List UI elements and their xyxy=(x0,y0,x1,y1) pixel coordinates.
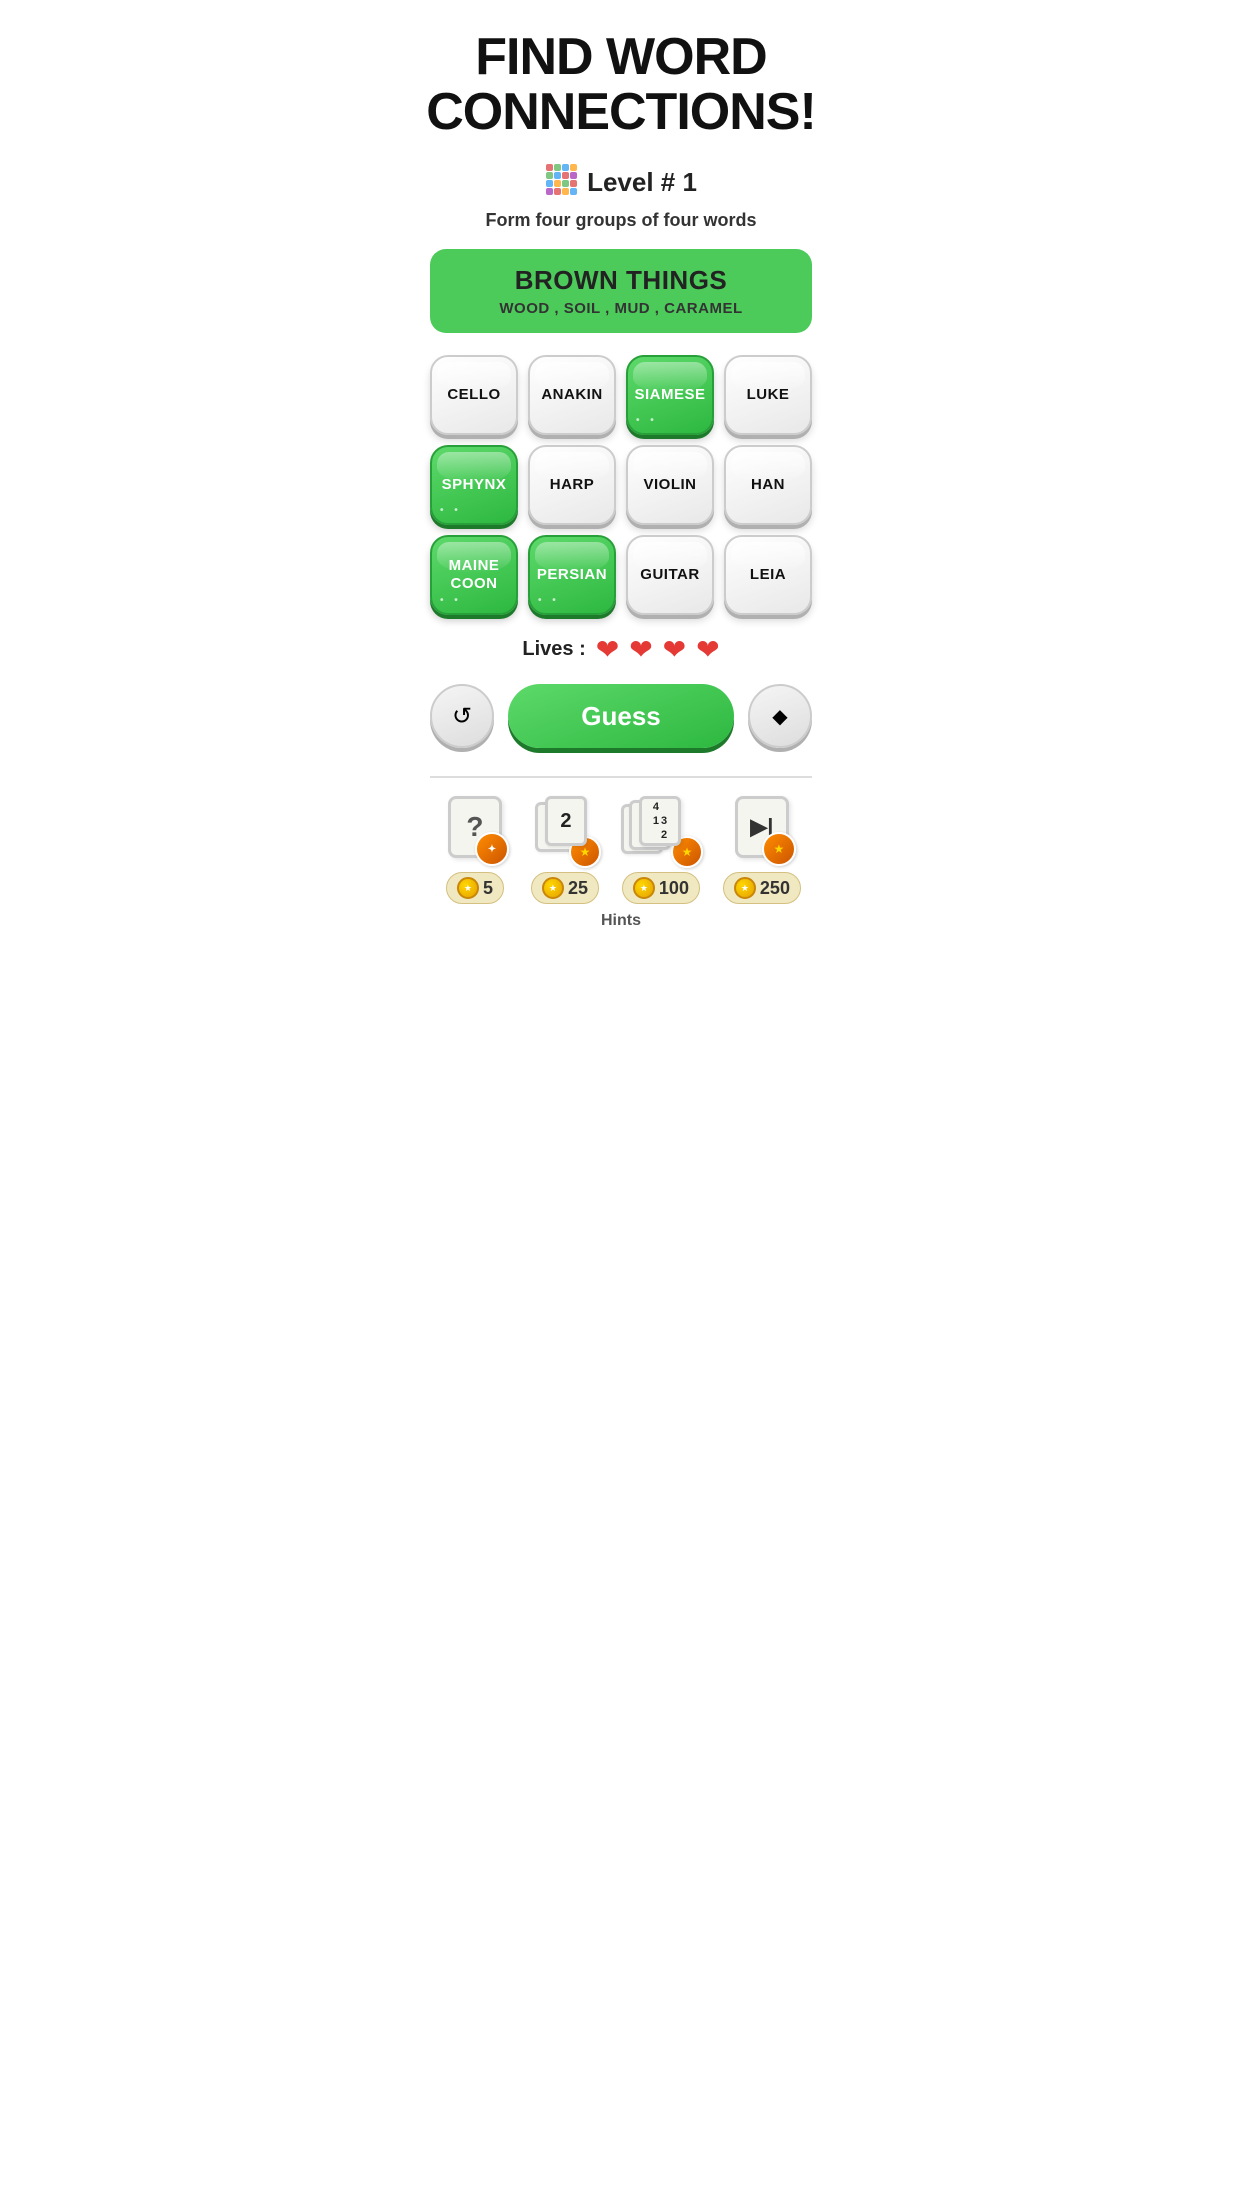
erase-icon: ◆ xyxy=(772,704,787,729)
hints-section: ? ✦ 5 1 2 ★ xyxy=(430,776,812,930)
actions-row: ↺ Guess ◆ xyxy=(430,684,812,748)
hint-2-cost: 25 xyxy=(531,872,599,904)
word-tile-1[interactable]: ANAKIN xyxy=(528,355,616,435)
heart-1: ❤ xyxy=(596,633,619,666)
hint-4-cost-label: 250 xyxy=(760,878,790,899)
hints-label: Hints xyxy=(430,912,812,930)
subtitle: Form four groups of four words xyxy=(486,210,757,231)
category-title: BROWN THINGS xyxy=(450,265,792,296)
hints-row: ? ✦ 5 1 2 ★ xyxy=(430,796,812,904)
heart-4: ❤ xyxy=(696,633,719,666)
hint-grid-icon: 1 2 4 13 2 ★ xyxy=(621,796,701,864)
word-grid: CELLOANAKINSIAMESELUKE SPHYNXHARPVIOLINHA… xyxy=(430,355,812,615)
word-tile-3[interactable]: LUKE xyxy=(724,355,812,435)
hint-3-cost: 100 xyxy=(622,872,700,904)
hint-question[interactable]: ? ✦ 5 xyxy=(441,796,509,904)
page-container: FIND WORD CONNECTIONS! xyxy=(414,0,828,950)
level-icon xyxy=(545,163,577,202)
heart-2: ❤ xyxy=(629,633,652,666)
hint-1-cost-label: 5 xyxy=(483,878,493,899)
shuffle-icon: ↺ xyxy=(452,702,472,731)
word-tile-9[interactable]: PERSIAN xyxy=(528,535,616,615)
shuffle-button[interactable]: ↺ xyxy=(430,684,494,748)
category-banner: BROWN THINGS WOOD , SOIL , MUD , CARAMEL xyxy=(430,249,812,333)
lives-row: Lives : ❤ ❤ ❤ ❤ xyxy=(522,633,719,666)
heart-3: ❤ xyxy=(663,633,686,666)
word-tile-0[interactable]: CELLO xyxy=(430,355,518,435)
hint-1-cost: 5 xyxy=(446,872,504,904)
hint-question-badge: ✦ xyxy=(475,832,509,866)
hint-grid[interactable]: 1 2 4 13 2 ★ xyxy=(621,796,701,904)
hint-play-icon: ▶| ★ xyxy=(728,796,796,864)
word-tile-5[interactable]: HARP xyxy=(528,445,616,525)
main-title: FIND WORD CONNECTIONS! xyxy=(426,30,816,139)
word-tile-10[interactable]: GUITAR xyxy=(626,535,714,615)
hint-swap-front-card: 2 xyxy=(545,796,587,846)
hint-4-cost: 250 xyxy=(723,872,801,904)
word-tile-11[interactable]: LEIA xyxy=(724,535,812,615)
hint-swap[interactable]: 1 2 ★ 25 xyxy=(531,796,599,904)
level-text: Level # 1 xyxy=(587,167,697,198)
word-tile-2[interactable]: SIAMESE xyxy=(626,355,714,435)
category-words: WOOD , SOIL , MUD , CARAMEL xyxy=(450,300,792,317)
coin-icon-3 xyxy=(633,877,655,899)
guess-label: Guess xyxy=(581,701,661,732)
word-tile-7[interactable]: HAN xyxy=(724,445,812,525)
level-row: Level # 1 xyxy=(545,163,697,202)
coin-icon-4 xyxy=(734,877,756,899)
hint-swap-icon: 1 2 ★ xyxy=(531,796,599,864)
coin-icon-1 xyxy=(457,877,479,899)
hint-play-badge: ★ xyxy=(762,832,796,866)
hint-question-icon: ? ✦ xyxy=(441,796,509,864)
guess-button[interactable]: Guess xyxy=(508,684,734,748)
hint-2-cost-label: 25 xyxy=(568,878,588,899)
word-tile-6[interactable]: VIOLIN xyxy=(626,445,714,525)
word-tile-4[interactable]: SPHYNX xyxy=(430,445,518,525)
coin-icon-2 xyxy=(542,877,564,899)
erase-button[interactable]: ◆ xyxy=(748,684,812,748)
hint-play[interactable]: ▶| ★ 250 xyxy=(723,796,801,904)
hint-3-cost-label: 100 xyxy=(659,878,689,899)
lives-label: Lives : xyxy=(522,638,585,661)
word-tile-8[interactable]: MAINE COON xyxy=(430,535,518,615)
